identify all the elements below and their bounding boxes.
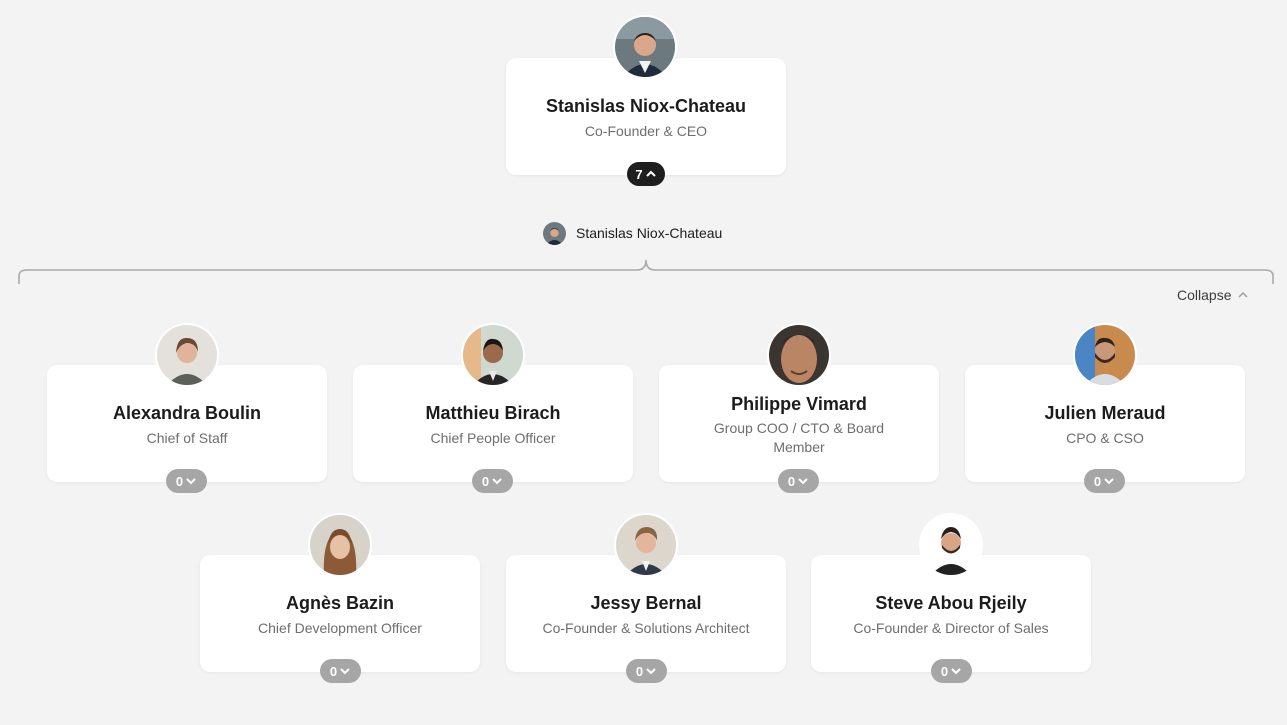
hierarchy-connector [18, 259, 1274, 284]
report-avatar [461, 323, 525, 387]
breadcrumb[interactable]: Stanislas Niox-Chateau [543, 221, 722, 245]
report-count: 0 [635, 663, 644, 679]
chevron-up-icon [1238, 292, 1248, 298]
report-name: Jessy Bernal [590, 593, 702, 613]
chevron-down-icon [186, 478, 196, 485]
report-count: 0 [940, 663, 949, 679]
report-avatar [155, 323, 219, 387]
report-expand-toggle[interactable]: 0 [626, 659, 667, 683]
root-name: Stanislas Niox-Chateau [545, 96, 747, 116]
chevron-down-icon [646, 668, 656, 675]
root-reports-count: 7 [635, 166, 643, 182]
report-avatar [919, 513, 983, 577]
report-expand-toggle[interactable]: 0 [472, 469, 513, 493]
report-avatar [1073, 323, 1137, 387]
chevron-down-icon [492, 478, 502, 485]
report-title: Co-Founder & Solutions Architect [542, 620, 750, 636]
report-name: Matthieu Birach [425, 403, 561, 423]
chevron-down-icon [951, 668, 961, 675]
report-expand-toggle[interactable]: 0 [778, 469, 819, 493]
report-name: Agnès Bazin [285, 593, 395, 613]
chevron-up-icon [645, 170, 656, 177]
report-name: Steve Abou Rjeily [875, 593, 1027, 613]
report-avatar [767, 323, 831, 387]
report-expand-toggle[interactable]: 0 [931, 659, 972, 683]
report-count: 0 [787, 473, 796, 489]
report-title: CPO & CSO [1066, 430, 1144, 446]
report-title: Chief Development Officer [258, 620, 422, 636]
report-count: 0 [175, 473, 184, 489]
report-avatar [308, 513, 372, 577]
report-expand-toggle[interactable]: 0 [320, 659, 361, 683]
report-expand-toggle[interactable]: 0 [166, 469, 207, 493]
report-title: Chief People Officer [430, 430, 556, 446]
report-count: 0 [329, 663, 338, 679]
report-count: 0 [1093, 473, 1102, 489]
root-expand-toggle[interactable]: 7 [627, 162, 665, 186]
report-title: Group COO / CTO & Board Member [713, 420, 885, 455]
report-count: 0 [481, 473, 490, 489]
breadcrumb-avatar [543, 221, 566, 245]
report-title: Chief of Staff [146, 430, 228, 446]
collapse-label: Collapse [1177, 287, 1232, 303]
chevron-down-icon [340, 668, 350, 675]
root-avatar [613, 15, 677, 79]
report-avatar [614, 513, 678, 577]
report-name: Julien Meraud [1044, 403, 1166, 423]
report-name: Alexandra Boulin [112, 403, 262, 423]
report-title: Co-Founder & Director of Sales [853, 620, 1049, 636]
report-name: Philippe Vimard [731, 394, 867, 414]
collapse-button[interactable]: Collapse [1177, 287, 1249, 303]
breadcrumb-label: Stanislas Niox-Chateau [576, 225, 723, 241]
chevron-down-icon [1104, 478, 1114, 485]
root-title: Co-Founder & CEO [584, 123, 708, 139]
chevron-down-icon [798, 478, 808, 485]
report-expand-toggle[interactable]: 0 [1084, 469, 1125, 493]
